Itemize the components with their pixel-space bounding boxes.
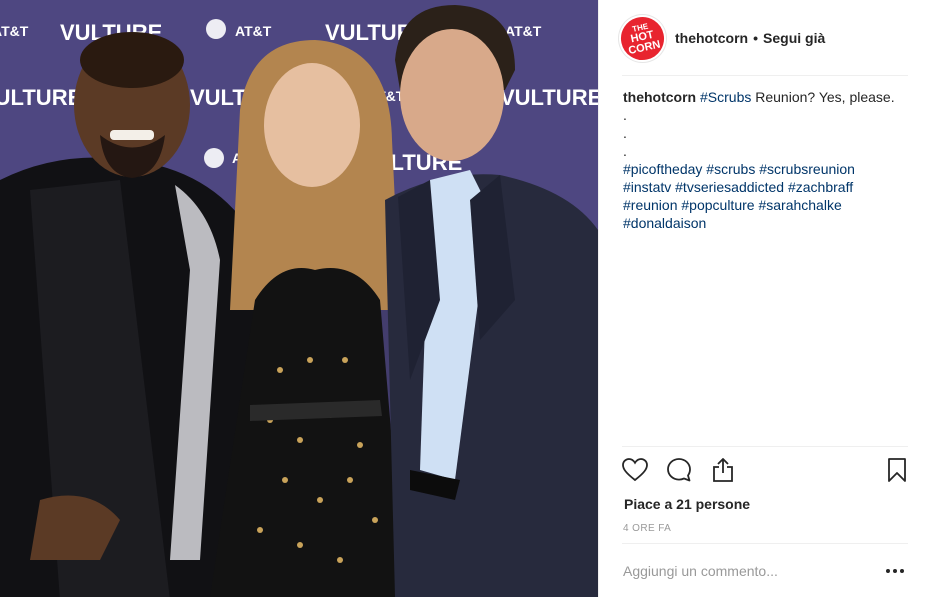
bookmark-icon[interactable] [883, 456, 911, 484]
hashtag-link[interactable]: #sarahchalke [758, 197, 841, 213]
actions-divider [622, 446, 908, 447]
avatar[interactable]: THE HOT CORN [614, 10, 671, 66]
post-actions [621, 456, 911, 488]
following-button[interactable]: Segui già [763, 30, 825, 46]
hashtag-link[interactable]: #Scrubs [700, 89, 751, 105]
more-options-icon[interactable]: ••• [885, 562, 905, 580]
backdrop-logo: AT&T [505, 23, 542, 39]
backdrop-logo: VULTURE [0, 85, 82, 110]
hashtag-link[interactable]: #popculture [681, 197, 754, 213]
post-caption: thehotcorn #Scrubs Reunion? Yes, please.… [623, 88, 913, 232]
caption-username-link[interactable]: thehotcorn [623, 89, 696, 105]
hashtag-link[interactable]: #picoftheday [623, 161, 702, 177]
caption-dot: . [623, 125, 627, 141]
comment-form: ••• [623, 556, 913, 586]
backdrop-logo: AT&T [0, 23, 29, 39]
hashtag-link[interactable]: #scrubsreunion [759, 161, 855, 177]
header-username-link[interactable]: thehotcorn [675, 30, 748, 46]
backdrop-logo: VULTURE [500, 85, 598, 110]
header-divider [622, 75, 908, 76]
comment-input[interactable] [623, 556, 873, 586]
backdrop-logo: AT&T [235, 23, 272, 39]
hashtag-link[interactable]: #donaldaison [623, 215, 706, 231]
post-photo[interactable]: VULTURE VULTURE VULTURE VULTURE VULTURE … [0, 0, 598, 597]
caption-dot: . [623, 107, 627, 123]
comment-divider [622, 543, 908, 544]
post-timestamp[interactable]: 4 ore fa [623, 523, 671, 534]
hashtag-link[interactable]: #scrubs [706, 161, 755, 177]
hashtag-link[interactable]: #instatv [623, 179, 671, 195]
comment-icon[interactable] [665, 456, 693, 484]
likes-count[interactable]: Piace a 21 persone [624, 496, 750, 512]
post-photo-illustration: VULTURE VULTURE VULTURE VULTURE VULTURE … [0, 0, 598, 597]
heart-icon[interactable] [621, 456, 649, 484]
caption-dot: . [623, 143, 627, 159]
hashtag-link[interactable]: #tvseriesaddicted [675, 179, 784, 195]
hashtag-link[interactable]: #reunion [623, 197, 678, 213]
header-separator: • [753, 30, 759, 46]
hashtag-link[interactable]: #zachbraff [788, 179, 853, 195]
post-side-panel: THE HOT CORN thehotcorn • Segui già theh… [598, 0, 929, 597]
share-icon[interactable] [709, 456, 737, 484]
post-header: THE HOT CORN thehotcorn • Segui già [599, 0, 929, 76]
caption-text: Reunion? Yes, please. [751, 89, 895, 105]
